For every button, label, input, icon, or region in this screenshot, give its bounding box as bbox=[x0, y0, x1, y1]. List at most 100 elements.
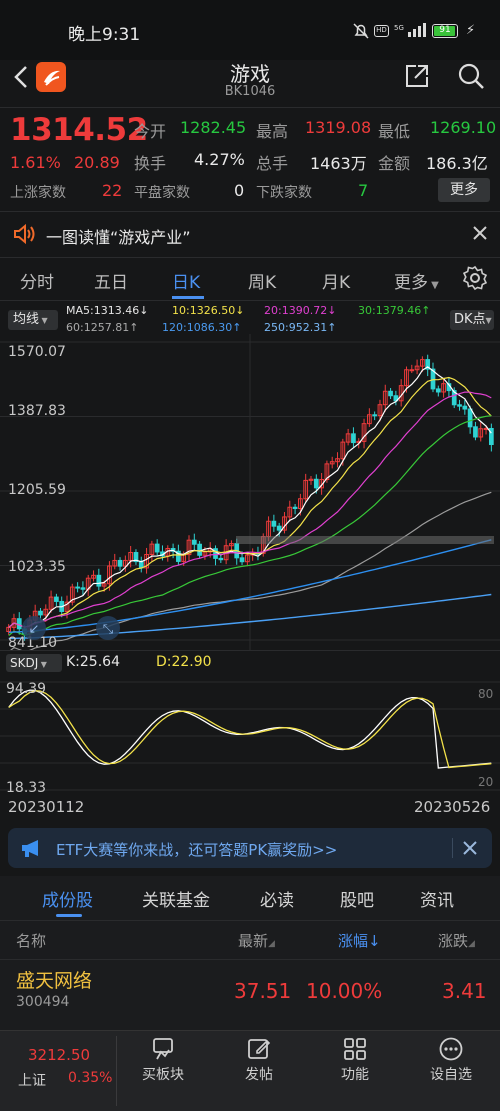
candle-body bbox=[388, 390, 393, 397]
battery-icon: 91 bbox=[432, 24, 458, 38]
ma-selector[interactable]: 均线 ▼ bbox=[8, 310, 58, 330]
table-header-pct[interactable]: 涨幅↓ bbox=[338, 930, 381, 951]
megaphone-icon bbox=[20, 838, 44, 862]
price-change-pct: 1.61% bbox=[10, 153, 61, 172]
search-icon[interactable] bbox=[457, 62, 485, 94]
dk-point-label: DK点 bbox=[454, 312, 486, 327]
ma20-legend: 20:1390.72↓ bbox=[264, 304, 337, 317]
price-axis-label: 1570.07 bbox=[8, 344, 66, 360]
ma30-legend: 30:1379.46↑ bbox=[358, 304, 431, 317]
candle-body bbox=[351, 433, 356, 444]
sort-icon: ◢ bbox=[268, 939, 275, 949]
notice-text[interactable]: 一图读懂“游戏产业” bbox=[46, 224, 191, 248]
tab-more[interactable]: 更多 ▼ bbox=[394, 268, 439, 293]
up-count: 22 bbox=[102, 181, 123, 200]
index-pct: 0.35% bbox=[68, 1070, 113, 1086]
candle-body bbox=[239, 557, 245, 563]
buy-sector-button[interactable]: 买板块 bbox=[130, 1036, 196, 1096]
tab-monthly-k[interactable]: 月K bbox=[322, 268, 350, 293]
candle-body bbox=[462, 405, 468, 410]
tab-weekly-k[interactable]: 周K bbox=[248, 268, 276, 293]
flat-count-label: 平盘家数 bbox=[134, 185, 190, 201]
table-header-chg[interactable]: 涨跌◢ bbox=[438, 930, 475, 951]
indicator-chart[interactable]: 94.39 18.33 80 20 bbox=[0, 674, 500, 798]
tab-daily-k[interactable]: 日K bbox=[172, 268, 200, 293]
candle-body bbox=[218, 557, 224, 561]
table-row[interactable]: 盛天网络 300494 37.51 10.00% 3.41 bbox=[0, 960, 500, 1030]
table-header-name: 名称 bbox=[16, 932, 47, 950]
price-change: 20.89 bbox=[74, 153, 120, 172]
post-label: 发帖 bbox=[245, 1067, 273, 1083]
table-header-chg-label: 涨跌 bbox=[438, 932, 469, 950]
settings-icon[interactable] bbox=[462, 265, 488, 295]
close-icon[interactable] bbox=[472, 225, 488, 245]
stock-code: 300494 bbox=[16, 994, 70, 1010]
price-axis-label: 1387.83 bbox=[8, 403, 66, 419]
sort-icon: ◢ bbox=[468, 939, 475, 949]
table-header-latest-label: 最新 bbox=[238, 932, 269, 950]
speaker-icon bbox=[12, 223, 36, 249]
share-icon[interactable] bbox=[404, 63, 430, 93]
end-date: 20230526 bbox=[414, 798, 491, 816]
status-time: 晚上9:31 bbox=[68, 25, 141, 45]
promo-text: ETF大赛等你来战，还可答题PK赢奖励>> bbox=[56, 841, 338, 859]
indicator-selector[interactable]: SKDJ ▼ bbox=[6, 654, 62, 672]
active-tab-indicator bbox=[172, 296, 204, 299]
subtab-constituents[interactable]: 成份股 bbox=[42, 886, 93, 911]
candle-body bbox=[435, 388, 441, 393]
price-axis-label: 1205.59 bbox=[8, 482, 66, 498]
index-value[interactable]: 3212.50 bbox=[28, 1046, 90, 1064]
candle-body bbox=[117, 559, 123, 567]
indicator-dropdown-icon: ▼ bbox=[38, 660, 47, 669]
banner-close-icon[interactable] bbox=[462, 840, 478, 860]
volume-label: 总手 bbox=[256, 154, 289, 173]
candle-body bbox=[372, 414, 378, 417]
ma120-legend: 120:1086.30↑ bbox=[162, 321, 242, 334]
zoom-in-icon[interactable]: ⤡ bbox=[96, 616, 120, 640]
candle-body bbox=[38, 610, 43, 616]
battery-level: 91 bbox=[439, 25, 451, 35]
indicator-name: SKDJ bbox=[10, 656, 39, 670]
kline-chart[interactable]: 1570.07 1387.83 1205.59 1023.35 841.10 ↙… bbox=[0, 334, 500, 653]
functions-label: 功能 bbox=[341, 1067, 369, 1083]
amount-value: 186.3亿 bbox=[426, 154, 488, 173]
table-header-latest[interactable]: 最新◢ bbox=[238, 930, 275, 951]
tab-time-share[interactable]: 分时 bbox=[20, 268, 54, 293]
subtab-active-underline bbox=[56, 914, 82, 917]
down-count: 7 bbox=[358, 181, 369, 200]
indicator-grid bbox=[0, 681, 500, 791]
post-button[interactable]: 发帖 bbox=[226, 1036, 292, 1096]
index-name: 上证 bbox=[18, 1073, 46, 1089]
subtab-forum[interactable]: 股吧 bbox=[340, 886, 374, 911]
candle-body bbox=[467, 408, 473, 428]
d-line bbox=[8, 690, 492, 769]
more-button[interactable]: 更多 bbox=[438, 178, 490, 202]
tab-bar: 分时 五日 日K 周K 月K 更多 ▼ bbox=[0, 258, 500, 300]
signal-icon: 5G bbox=[394, 22, 428, 42]
indicator-80-label: 80 bbox=[478, 687, 493, 701]
dk-point-button[interactable]: DK点▼ bbox=[450, 310, 494, 330]
mute-icon bbox=[352, 22, 370, 44]
flat-count: 0 bbox=[234, 181, 245, 200]
down-count-label: 下跌家数 bbox=[256, 185, 312, 201]
subtab-related-funds[interactable]: 关联基金 bbox=[142, 886, 210, 911]
zoom-out-icon[interactable]: ↙ bbox=[22, 616, 46, 640]
promo-banner[interactable]: ETF大赛等你来战，还可答题PK赢奖励>> bbox=[8, 828, 492, 868]
dropdown-icon: ▼ bbox=[428, 280, 439, 291]
ma-selector-label: 均线 bbox=[13, 312, 40, 327]
candle-body bbox=[96, 574, 102, 587]
subtab-news[interactable]: 资讯 bbox=[420, 886, 454, 911]
add-watchlist-button[interactable]: 设自选 bbox=[418, 1036, 484, 1096]
candle-body bbox=[80, 587, 86, 590]
subtab-must-read[interactable]: 必读 bbox=[260, 886, 294, 911]
tab-five-day[interactable]: 五日 bbox=[94, 268, 128, 293]
functions-button[interactable]: 功能 bbox=[322, 1036, 388, 1096]
ma60-legend: 60:1257.81↑ bbox=[66, 321, 139, 334]
edit-icon bbox=[226, 1036, 292, 1064]
charging-icon: ⚡ bbox=[466, 23, 476, 38]
turnover-label: 换手 bbox=[134, 154, 167, 173]
stock-latest: 37.51 bbox=[234, 979, 292, 1003]
indicator-top-label: 94.39 bbox=[6, 681, 46, 697]
open-label: 今开 bbox=[134, 122, 167, 141]
indicator-lines bbox=[8, 689, 492, 769]
